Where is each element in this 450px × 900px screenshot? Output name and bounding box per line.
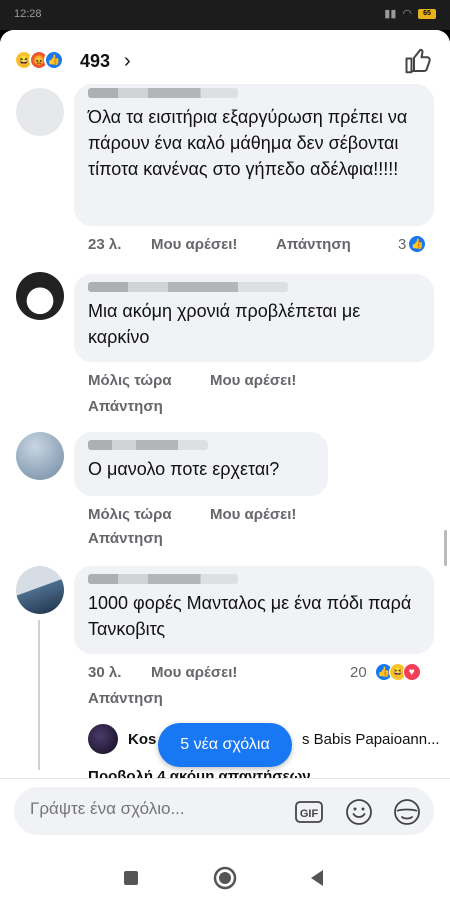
comment-time: 30 λ.: [88, 664, 122, 681]
scrollbar[interactable]: [444, 530, 447, 566]
comment-time: Μόλις τώρα: [88, 506, 172, 523]
square-icon: [124, 871, 138, 885]
reaction-summary[interactable]: 😆 😡 👍: [14, 50, 64, 70]
recents-button[interactable]: [116, 863, 146, 893]
emoji-icon[interactable]: [344, 797, 374, 827]
new-comments-button[interactable]: 5 νέα σχόλια: [158, 723, 292, 767]
back-button[interactable]: [302, 863, 332, 893]
reply-author[interactable]: Kos: [128, 731, 156, 748]
like-button[interactable]: Μου αρέσει!: [210, 506, 296, 523]
like-button[interactable]: Μου αρέσει!: [210, 372, 296, 389]
view-more-replies[interactable]: Προβολή 4 ακόμη απαντήσεων: [88, 768, 311, 778]
comment-composer: GIF: [0, 778, 450, 840]
circle-icon: [213, 866, 237, 890]
status-icons: ▮▮ ◠ 65: [384, 7, 436, 20]
comment-bubble[interactable]: Μια ακόμη χρονιά προβλέπεται με καρκίνο: [74, 274, 434, 362]
comment-time: 23 λ.: [88, 236, 122, 253]
comment-input[interactable]: [30, 799, 280, 819]
signal-icon: ▮▮: [384, 8, 397, 20]
comment-text: Όλα τα εισιτήρια εξαργύρωση πρέπει να πά…: [88, 107, 408, 179]
reaction-count[interactable]: 493: [80, 51, 110, 72]
comment-reactions[interactable]: 3 👍: [398, 235, 427, 253]
like-icon: 👍: [44, 50, 64, 70]
reply-button[interactable]: Απάντηση: [276, 236, 351, 253]
comment-input-box[interactable]: GIF: [14, 787, 434, 835]
comment-text: Μια ακόμη χρονιά προβλέπεται με καρκίνο: [88, 301, 361, 347]
battery-icon: 65: [418, 8, 436, 19]
commenter-name: [88, 88, 238, 98]
sticker-icon[interactable]: [392, 797, 422, 827]
status-bar: 12:28 ▮▮ ◠ 65: [0, 0, 450, 30]
comment-bubble[interactable]: Ο μανολο ποτε ερχεται?: [74, 432, 328, 496]
reactions-header: 😆 😡 👍 493 ›: [0, 30, 450, 90]
avatar[interactable]: [88, 724, 118, 754]
home-button[interactable]: [210, 863, 240, 893]
comment-bubble[interactable]: 1000 φορές Μανταλος με ένα πόδι παρά Ταν…: [74, 566, 434, 654]
chevron-right-icon[interactable]: ›: [124, 50, 131, 73]
status-time: 12:28: [14, 8, 42, 20]
gif-label: GIF: [300, 808, 319, 820]
commenter-name: [88, 282, 288, 292]
love-icon: ♥: [402, 663, 421, 681]
like-button[interactable]: Μου αρέσει!: [151, 236, 237, 253]
commenter-name: [88, 574, 238, 584]
avatar[interactable]: [16, 432, 64, 480]
reaction-count: 20: [350, 663, 367, 681]
reaction-count: 3: [398, 235, 407, 253]
avatar[interactable]: [16, 88, 64, 136]
reply-text: s Babis Papaioann...: [302, 731, 440, 748]
reply-thread-line: [38, 620, 40, 770]
avatar[interactable]: [16, 272, 64, 320]
wifi-icon: ◠: [402, 8, 412, 20]
comment-text: 1000 φορές Μανταλος με ένα πόδι παρά Ταν…: [88, 593, 412, 639]
comment-bubble[interactable]: Όλα τα εισιτήρια εξαργύρωση πρέπει να πά…: [74, 84, 434, 226]
reply-button[interactable]: Απάντηση: [88, 530, 163, 547]
reply-button[interactable]: Απάντηση: [88, 690, 163, 707]
like-post-icon[interactable]: [404, 46, 434, 76]
avatar[interactable]: [16, 566, 64, 614]
comment-time: Μόλις τώρα: [88, 372, 172, 389]
gif-icon[interactable]: GIF: [294, 797, 324, 827]
reply-button[interactable]: Απάντηση: [88, 398, 163, 415]
like-button[interactable]: Μου αρέσει!: [151, 664, 237, 681]
like-icon: 👍: [408, 235, 427, 253]
commenter-name: [88, 440, 208, 450]
system-nav-bar: [0, 855, 450, 900]
triangle-back-icon: [311, 870, 323, 886]
comment-reactions[interactable]: 20 👍 😆 ♥: [350, 663, 421, 681]
comments-sheet: 😆 😡 👍 493 › Όλα τα εισιτήρια εξαργύρωση …: [0, 30, 450, 855]
comment-text: Ο μανολο ποτε ερχεται?: [88, 459, 280, 479]
